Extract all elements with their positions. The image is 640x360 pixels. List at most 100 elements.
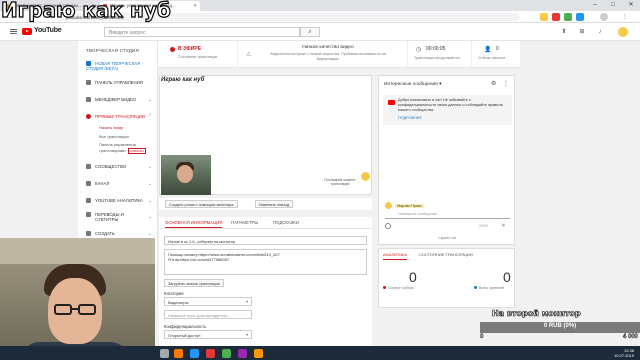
sidebar-item-translations[interactable]: ПЕРЕВОДЫ И СУБТИТРЫ — [86, 212, 136, 222]
youtube-mini-icon — [388, 100, 395, 105]
sidebar-subitem-stream-dashboard[interactable]: Панель управления трансляциями НОВИНКА — [99, 142, 154, 154]
game-title-input[interactable]: Название игры (рекомендуется) — [164, 310, 252, 319]
tab-stream-health[interactable]: СОСТОЯНИЕ ТРАНСЛЯЦИИ — [419, 252, 473, 257]
category-select[interactable]: Видеоигры ▾ — [164, 297, 252, 306]
current-viewers-value: 0 — [409, 269, 417, 285]
tab-analytics[interactable]: АНАЛИТИКА — [383, 252, 408, 260]
search-button[interactable]: ⌕ — [300, 27, 320, 37]
chevron-down-icon[interactable]: ⌄ — [148, 181, 152, 187]
info-tabs: ОСНОВНАЯ ИНФОРМАЦИЯ ПАРАМЕТРЫ ПОДСКАЗКИ — [159, 217, 372, 229]
extension-icon[interactable] — [576, 13, 584, 21]
stream-status-bar: В ЭФИРЕ Состояние трансляции ⚠ Низкое ка… — [158, 41, 520, 68]
webcam-glasses — [54, 304, 72, 315]
privacy-value: Открытый доступ — [168, 333, 201, 338]
sidebar-item-channel[interactable]: КАНАЛ — [86, 181, 109, 186]
youtube-logo-text[interactable]: YouTube — [34, 27, 62, 34]
live-dot-icon — [170, 47, 175, 52]
close-tab-icon[interactable]: ✕ — [193, 3, 197, 9]
sidebar-title: ТВОРЧЕСКАЯ СТУДИЯ — [86, 48, 139, 53]
settings-gear-icon[interactable]: ⚙ — [491, 80, 496, 87]
webcam-glasses — [78, 304, 96, 315]
chevron-down-icon[interactable]: ⌄ — [148, 231, 152, 237]
chevron-down-icon[interactable]: ⌄ — [148, 97, 152, 103]
sidebar-item-dashboard[interactable]: ПАНЕЛЬ УПРАВЛЕНИЯ — [86, 80, 143, 85]
chevron-down-icon[interactable]: ⌄ — [148, 198, 152, 204]
explorer-icon[interactable] — [190, 349, 199, 358]
duration-stat: ◷ 00:00:05 Трансляция продолжается — [408, 41, 472, 68]
extension-icon[interactable] — [552, 13, 560, 21]
stream-description-field[interactable]: Помощь каналу:https://www.donationalerts… — [164, 249, 367, 275]
legend-dot — [383, 286, 386, 289]
sidebar-item-video-manager[interactable]: МЕНЕДЖЕР ВИДЕО — [86, 97, 136, 102]
chat-message-input[interactable]: Напишите сообщение... — [398, 212, 440, 216]
chevron-down-icon[interactable]: ⌄ — [148, 214, 152, 220]
stream-title-field[interactable]: Играю в кс 1.6, соберем на монитор — [164, 236, 367, 245]
upload-icon[interactable]: ⬆ — [560, 28, 568, 36]
yandex-browser-icon[interactable] — [174, 349, 183, 358]
notifications-bell-icon[interactable]: ♪ — [596, 28, 604, 36]
clock-icon: ◷ — [416, 47, 422, 53]
tab-tips[interactable]: ПОДСКАЗКИ — [273, 220, 299, 225]
user-avatar — [385, 202, 392, 209]
change-episode-button[interactable]: Изменить эпизод — [255, 200, 294, 208]
sidebar-subitem-start-stream[interactable]: Начать эфир — [99, 125, 123, 130]
youtube-header: YouTube Введите запрос ⌕ ⬆ ⊞ ♪ — [0, 23, 640, 41]
app-icon[interactable] — [238, 349, 247, 358]
menu-dots-icon[interactable]: ⋮ — [620, 12, 630, 22]
search-input[interactable]: Введите запрос — [104, 27, 300, 37]
total-viewers-label: Всего зрителей — [474, 286, 504, 290]
privacy-select[interactable]: Открытый доступ ▾ — [164, 330, 252, 339]
apps-grid-icon[interactable]: ⊞ — [578, 28, 586, 36]
donation-goal-widget: На второй монитор 0 RUB (0%) 0 4 000 — [480, 306, 640, 346]
maximize-icon[interactable]: □ — [604, 0, 622, 11]
community-icon — [86, 164, 91, 169]
chevron-down-icon[interactable]: ⌄ — [148, 164, 152, 170]
webcam-overlay — [0, 238, 155, 360]
category-value: Видеоигры — [168, 300, 189, 305]
sidebar-item-live[interactable]: ПРЯМЫЕ ТРАНСЛЯЦИИ — [86, 114, 145, 119]
send-icon[interactable]: ➤ — [501, 222, 506, 229]
quality-warning: ⚠ Низкое качество видео Видеопоток посту… — [238, 41, 408, 68]
donation-max: 4 000 — [622, 334, 638, 340]
create-clip-button[interactable]: Создать ролик с помощью монитора — [165, 200, 238, 208]
stream-preview[interactable]: Играю как нуб Последний момент трансляци… — [159, 75, 372, 195]
stream-title-overlay: Играю как нуб — [0, 0, 171, 23]
donation-amount: 0 RUB (0%) — [543, 323, 577, 329]
upload-thumbnail-button[interactable]: Загрузить значок трансляции — [164, 279, 224, 287]
chat-header-label: Интересные сообщения — [384, 82, 438, 87]
hamburger-menu-icon[interactable] — [10, 29, 17, 34]
hide-chat-button[interactable]: Скрыть чат — [379, 236, 516, 240]
sidebar-item-new-studio[interactable]: НОВАЯ ТВОРЧЕСКАЯ СТУДИЯ (БЕТА) — [86, 61, 150, 71]
sidebar-item-community[interactable]: СООБЩЕСТВО — [86, 164, 126, 169]
profile-icon[interactable] — [600, 13, 608, 21]
extension-icon[interactable] — [564, 13, 572, 21]
on-air-status: В ЭФИРЕ Состояние трансляции — [158, 41, 238, 68]
learn-more-link[interactable]: ПОДРОБНЕЕ — [398, 116, 422, 120]
start-icon[interactable] — [160, 349, 169, 358]
channel-icon — [86, 181, 91, 186]
emoji-icon[interactable] — [385, 223, 391, 229]
dashboard-icon — [86, 80, 91, 85]
app-icon[interactable] — [254, 349, 263, 358]
sidebar-subitem-all-streams[interactable]: Все трансляции — [99, 134, 129, 139]
chat-filter-dropdown[interactable]: Интересные сообщения ▾ — [384, 82, 442, 87]
webcam-glasses-bridge — [72, 308, 78, 310]
create-icon — [86, 231, 91, 236]
sidebar-item-analytics[interactable]: YOUTUBE АНАЛИТИКА — [86, 198, 143, 203]
tab-basic-info[interactable]: ОСНОВНАЯ ИНФОРМАЦИЯ — [165, 220, 223, 228]
chevron-down-icon: ▾ — [245, 332, 248, 337]
youtube-logo-icon[interactable] — [22, 28, 32, 35]
extension-icon[interactable] — [540, 13, 548, 21]
tab-parameters[interactable]: ПАРАМЕТРЫ — [231, 220, 258, 225]
account-avatar[interactable] — [618, 27, 628, 37]
chevron-up-icon[interactable]: ⌃ — [148, 113, 152, 119]
legend-text: Смотрят сейчас — [388, 286, 414, 290]
chrome-icon[interactable] — [206, 349, 215, 358]
sidebar-item-create[interactable]: СОЗДАТЬ — [86, 231, 115, 236]
app-icon[interactable] — [222, 349, 231, 358]
close-window-icon[interactable]: ✕ — [622, 0, 640, 11]
minimize-icon[interactable]: – — [586, 0, 604, 11]
preview-title: Играю как нуб — [161, 77, 205, 83]
more-vert-icon[interactable]: ⋮ — [503, 80, 509, 87]
analytics-icon — [86, 198, 91, 203]
